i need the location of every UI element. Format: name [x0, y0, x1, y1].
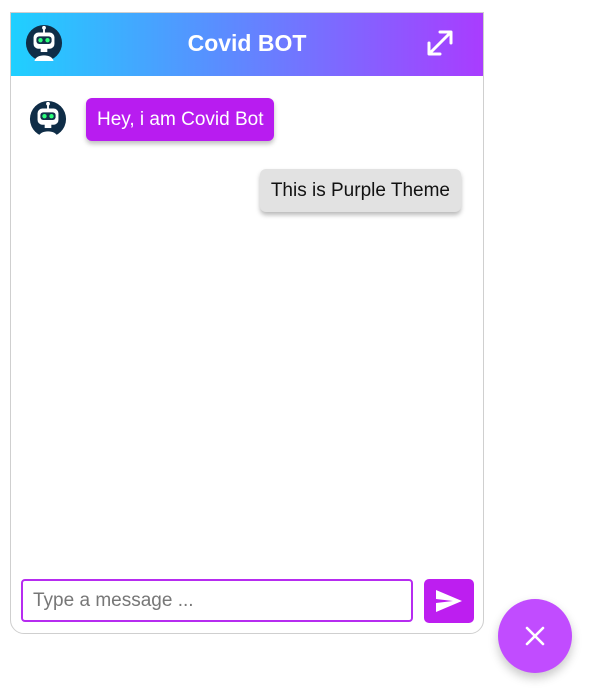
- user-message: This is Purple Theme: [259, 169, 461, 212]
- bot-message-bubble: Hey, i am Covid Bot: [86, 98, 275, 141]
- close-icon: [525, 626, 545, 646]
- send-button[interactable]: [424, 579, 474, 623]
- chat-launcher-button[interactable]: [498, 599, 572, 673]
- message-composer: [11, 573, 483, 633]
- send-icon: [436, 590, 462, 612]
- expand-icon[interactable]: [425, 28, 455, 58]
- message-input[interactable]: [21, 579, 413, 622]
- chat-header: Covid BOT: [11, 13, 483, 76]
- robot-avatar-icon: [29, 100, 67, 138]
- chat-title: Covid BOT: [187, 30, 307, 56]
- user-message-bubble: This is Purple Theme: [259, 169, 461, 212]
- message-list: Hey, i am Covid Bot This is Purple Theme: [11, 76, 483, 573]
- chat-window: Covid BOT Hey, i am Covid Bot This is Pu…: [10, 12, 484, 634]
